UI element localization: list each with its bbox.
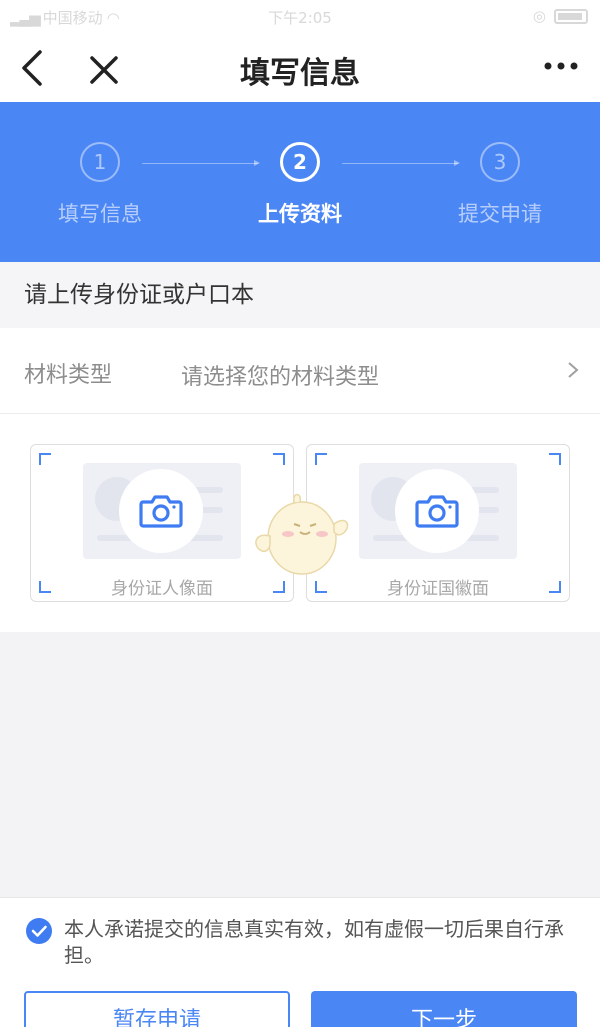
- step-label: 填写信息: [58, 202, 142, 226]
- camera-icon: [415, 495, 459, 528]
- page-title: 填写信息: [240, 56, 360, 91]
- chevron-right-icon: [568, 362, 579, 378]
- battery-icon: [554, 8, 588, 24]
- step-label: 上传资料: [258, 202, 342, 226]
- frame-corner: [549, 453, 561, 465]
- step-label: 提交申请: [458, 202, 542, 226]
- more-dots-icon: [544, 62, 578, 70]
- section-heading: 请上传身份证或户口本: [0, 262, 600, 328]
- step-number: 2: [280, 142, 320, 182]
- step-submit: 3 提交申请: [430, 142, 570, 228]
- status-right: ◎: [533, 7, 588, 25]
- step-number: 3: [480, 142, 520, 182]
- step-upload: 2 上传资料: [230, 142, 370, 228]
- material-type-label: 材料类型: [24, 363, 113, 388]
- upload-form: 材料类型 请选择您的材料类型 身份证人像面 身份证国徽面: [0, 328, 600, 632]
- frame-corner: [273, 453, 285, 465]
- footer: 本人承诺提交的信息真实有效，如有虚假一切后果自行承担。 暂存申请 下一步: [0, 897, 600, 1027]
- check-icon: [31, 925, 47, 937]
- step-fill-info: 1 填写信息: [30, 142, 170, 228]
- camera-button[interactable]: [119, 469, 203, 553]
- step-number: 1: [80, 142, 120, 182]
- frame-corner: [315, 453, 327, 465]
- frame-corner: [39, 453, 51, 465]
- save-draft-button[interactable]: 暂存申请: [24, 991, 290, 1027]
- progress-stepper: 1 填写信息 2 上传资料 3 提交申请: [0, 102, 600, 262]
- agreement-text: 本人承诺提交的信息真实有效，如有虚假一切后果自行承担。: [64, 917, 564, 967]
- camera-button[interactable]: [395, 469, 479, 553]
- more-button[interactable]: [544, 58, 578, 74]
- camera-icon: [139, 495, 183, 528]
- nav-bar: 填写信息: [0, 32, 600, 102]
- status-time: 下午2:05: [268, 9, 332, 27]
- material-type-placeholder: 请选择您的材料类型: [181, 365, 380, 390]
- agreement-checkbox[interactable]: [26, 918, 52, 944]
- mascot-sticker-icon: [255, 493, 349, 575]
- status-bar: ▂▃▅ 中国移动 ◠ 下午2:05 ◎: [0, 0, 600, 32]
- material-type-select[interactable]: 材料类型 请选择您的材料类型: [0, 328, 600, 414]
- next-step-button[interactable]: 下一步: [311, 991, 577, 1027]
- location-icon: ◎: [532, 7, 546, 25]
